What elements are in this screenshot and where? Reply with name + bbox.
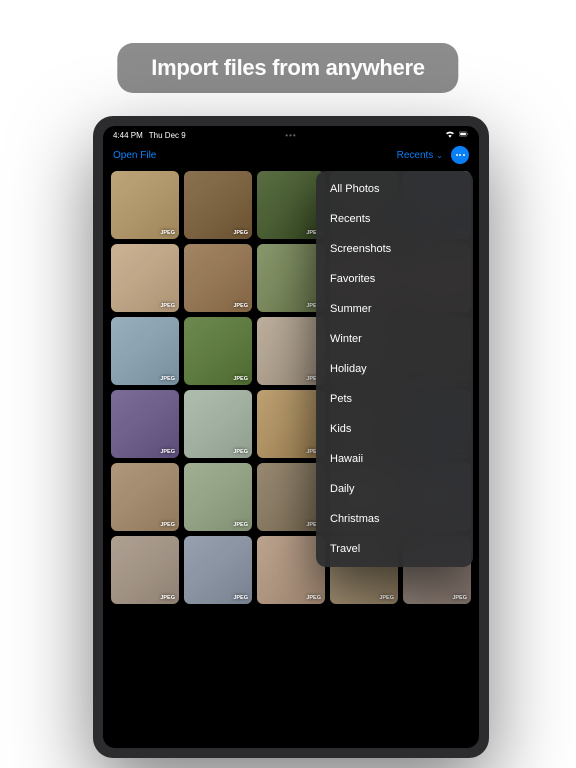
dropdown-item[interactable]: Winter	[316, 324, 473, 354]
format-badge: JPEG	[233, 595, 248, 601]
format-badge: JPEG	[233, 376, 248, 382]
status-date: Thu Dec 9	[149, 131, 186, 140]
album-dropdown-menu: All PhotosRecentsScreenshotsFavoritesSum…	[316, 171, 473, 567]
format-badge: JPEG	[379, 595, 394, 601]
photo-thumbnail[interactable]: JPEG	[111, 171, 179, 239]
headline-text: Import files from anywhere	[151, 55, 424, 81]
photo-thumbnail[interactable]: JPEG	[257, 463, 325, 531]
dropdown-item[interactable]: Christmas	[316, 504, 473, 534]
photo-thumbnail[interactable]: JPEG	[184, 317, 252, 385]
photo-thumbnail[interactable]: JPEG	[111, 390, 179, 458]
photo-thumbnail[interactable]: JPEG	[111, 317, 179, 385]
dropdown-item[interactable]: Kids	[316, 414, 473, 444]
format-badge: JPEG	[306, 595, 321, 601]
format-badge: JPEG	[160, 230, 175, 236]
photo-thumbnail[interactable]: JPEG	[111, 244, 179, 312]
photo-thumbnail[interactable]: JPEG	[257, 171, 325, 239]
format-badge: JPEG	[160, 449, 175, 455]
dropdown-item[interactable]: Daily	[316, 474, 473, 504]
more-button[interactable]	[451, 146, 469, 164]
headline-banner: Import files from anywhere	[117, 43, 458, 93]
dropdown-item[interactable]: All Photos	[316, 174, 473, 204]
photo-thumbnail[interactable]: JPEG	[184, 536, 252, 604]
format-badge: JPEG	[233, 449, 248, 455]
dropdown-item[interactable]: Screenshots	[316, 234, 473, 264]
photo-thumbnail[interactable]: JPEG	[184, 171, 252, 239]
dropdown-item[interactable]: Recents	[316, 204, 473, 234]
more-icon	[456, 154, 465, 156]
format-badge: JPEG	[160, 595, 175, 601]
dropdown-item[interactable]: Summer	[316, 294, 473, 324]
recents-dropdown-button[interactable]: Recents ⌄	[397, 150, 443, 161]
format-badge: JPEG	[233, 230, 248, 236]
battery-icon	[459, 130, 469, 140]
open-file-button[interactable]: Open File	[113, 150, 156, 161]
dropdown-item[interactable]: Holiday	[316, 354, 473, 384]
tablet-frame: 4:44 PM Thu Dec 9 ••• Open File Recents …	[93, 116, 489, 758]
recents-label: Recents	[397, 150, 434, 161]
format-badge: JPEG	[452, 595, 467, 601]
tablet-screen: 4:44 PM Thu Dec 9 ••• Open File Recents …	[103, 126, 479, 748]
format-badge: JPEG	[160, 303, 175, 309]
photo-thumbnail[interactable]: JPEG	[111, 536, 179, 604]
dropdown-item[interactable]: Favorites	[316, 264, 473, 294]
photo-thumbnail[interactable]: JPEG	[184, 390, 252, 458]
multitask-dots: •••	[285, 131, 296, 140]
nav-bar: Open File Recents ⌄	[103, 144, 479, 166]
photo-thumbnail[interactable]: JPEG	[257, 390, 325, 458]
photo-thumbnail[interactable]: JPEG	[257, 317, 325, 385]
status-time: 4:44 PM	[113, 131, 143, 140]
dropdown-item[interactable]: Hawaii	[316, 444, 473, 474]
status-bar: 4:44 PM Thu Dec 9 •••	[103, 126, 479, 144]
format-badge: JPEG	[233, 522, 248, 528]
format-badge: JPEG	[160, 376, 175, 382]
photo-thumbnail[interactable]: JPEG	[111, 463, 179, 531]
photo-thumbnail[interactable]: JPEG	[257, 244, 325, 312]
photo-thumbnail[interactable]: JPEG	[184, 244, 252, 312]
format-badge: JPEG	[233, 303, 248, 309]
photo-thumbnail[interactable]: JPEG	[184, 463, 252, 531]
dropdown-item[interactable]: Travel	[316, 534, 473, 564]
format-badge: JPEG	[160, 522, 175, 528]
dropdown-item[interactable]: Pets	[316, 384, 473, 414]
wifi-icon	[445, 130, 455, 140]
photo-thumbnail[interactable]: JPEG	[257, 536, 325, 604]
chevron-down-icon: ⌄	[436, 151, 443, 160]
